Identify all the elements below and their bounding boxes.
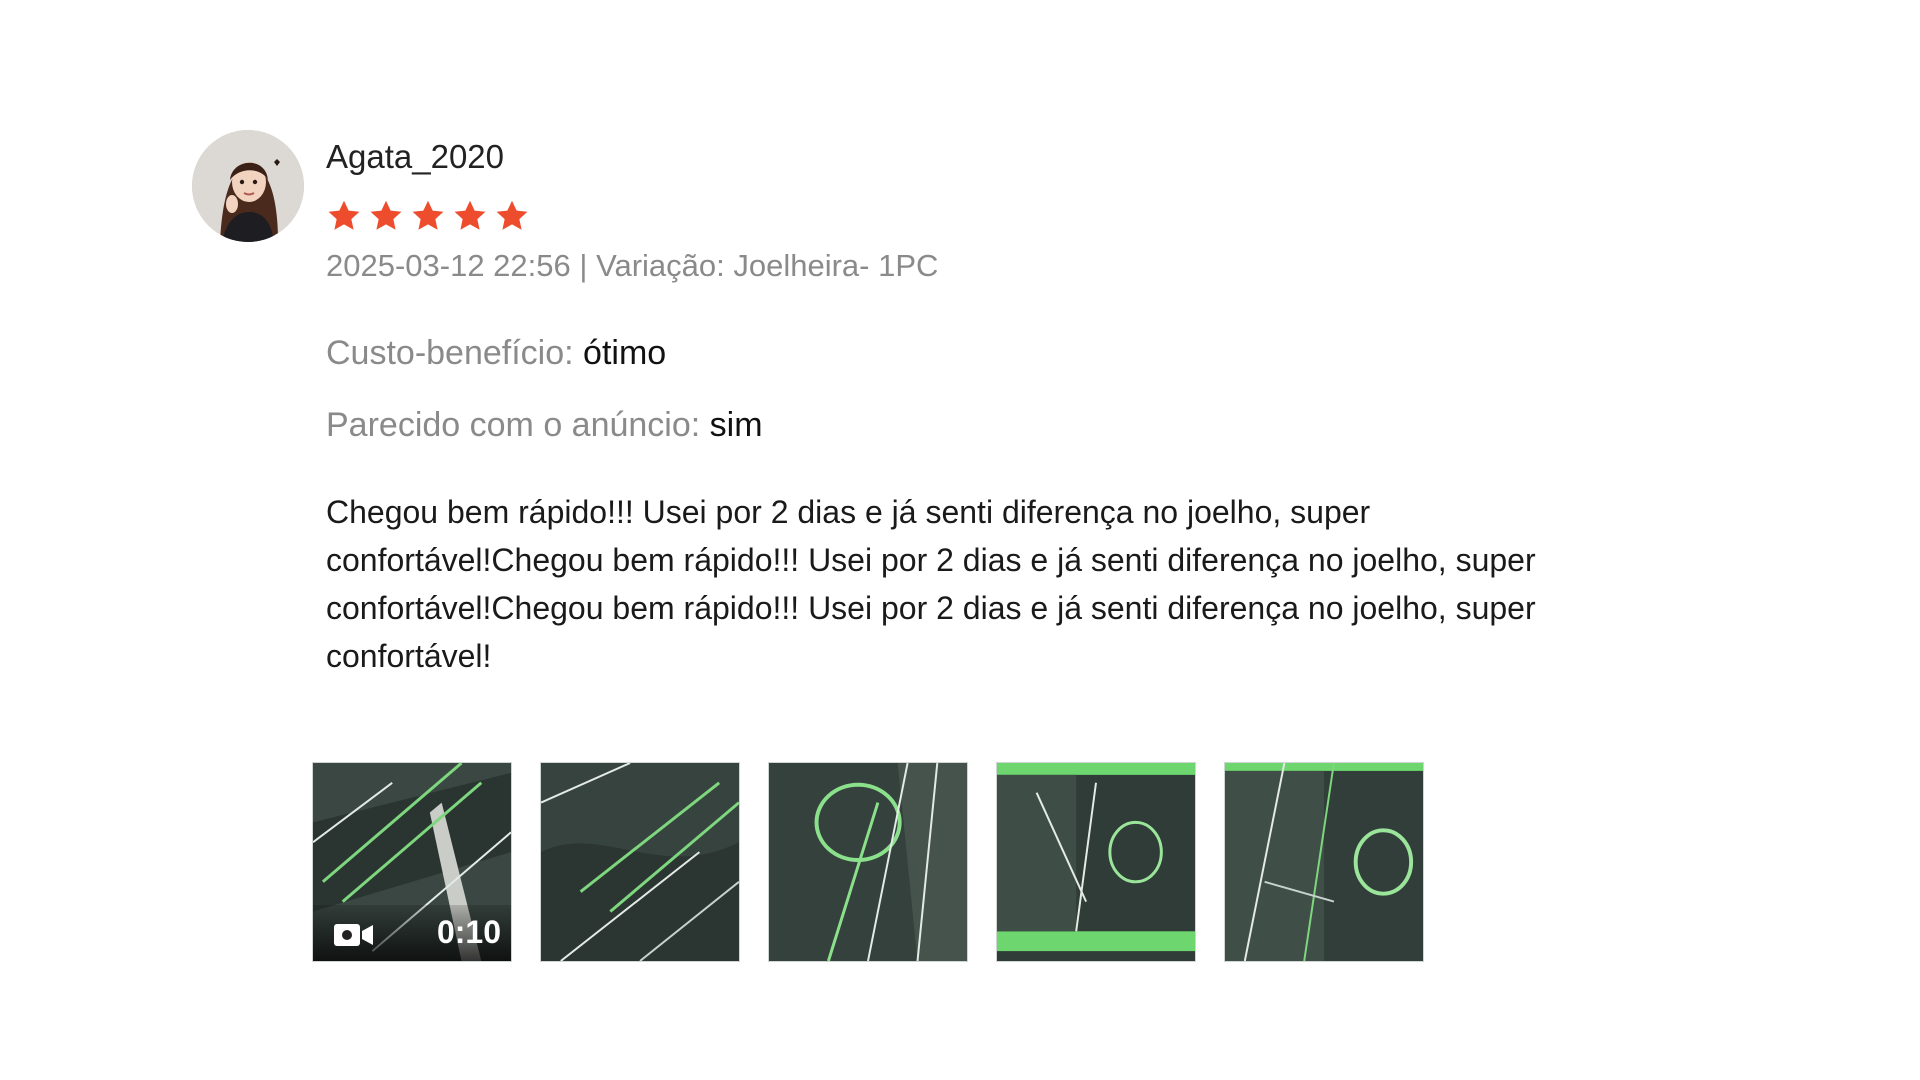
attribute-label: Parecido com o anúncio: (326, 406, 701, 444)
photo-thumbnail[interactable] (540, 762, 740, 962)
star-rating (326, 198, 530, 234)
photo-thumbnail[interactable] (768, 762, 968, 962)
photo-thumbnail[interactable] (1224, 762, 1424, 962)
photo-image (1225, 763, 1423, 961)
star-icon (454, 200, 486, 230)
variation-value: Joelheira- 1PC (733, 248, 939, 283)
attribute-value: ótimo (583, 334, 667, 372)
video-thumbnail[interactable]: 0:10 (312, 762, 512, 962)
avatar-illustration (192, 130, 304, 242)
video-camera-icon (334, 924, 373, 946)
variation-label: Variação: (596, 248, 725, 283)
review-media-gallery: 0:10 (312, 762, 1424, 962)
photo-thumbnail[interactable] (996, 762, 1196, 962)
photo-image (997, 763, 1195, 961)
review-comment: Chegou bem rápido!!! Usei por 2 dias e j… (326, 494, 1536, 674)
attribute-label: Custo-benefício: (326, 334, 574, 372)
star-icon (370, 200, 402, 230)
attribute-value: sim (709, 406, 763, 444)
attribute-as-described: Parecido com o anúncio: sim (326, 406, 763, 445)
meta-separator: | (579, 248, 588, 283)
photo-image (541, 763, 739, 961)
photo-image (769, 763, 967, 961)
star-icon (328, 200, 360, 230)
avatar[interactable] (192, 130, 304, 242)
video-duration: 0:10 (436, 914, 501, 950)
username[interactable]: Agata_2020 (326, 138, 504, 176)
review-date: 2025-03-12 22:56 (326, 248, 571, 283)
attribute-value-for-money: Custo-benefício: ótimo (326, 334, 666, 373)
star-icon (496, 200, 528, 230)
star-icon (412, 200, 444, 230)
review-meta: 2025-03-12 22:56 | Variação: Joelheira- … (326, 248, 938, 284)
